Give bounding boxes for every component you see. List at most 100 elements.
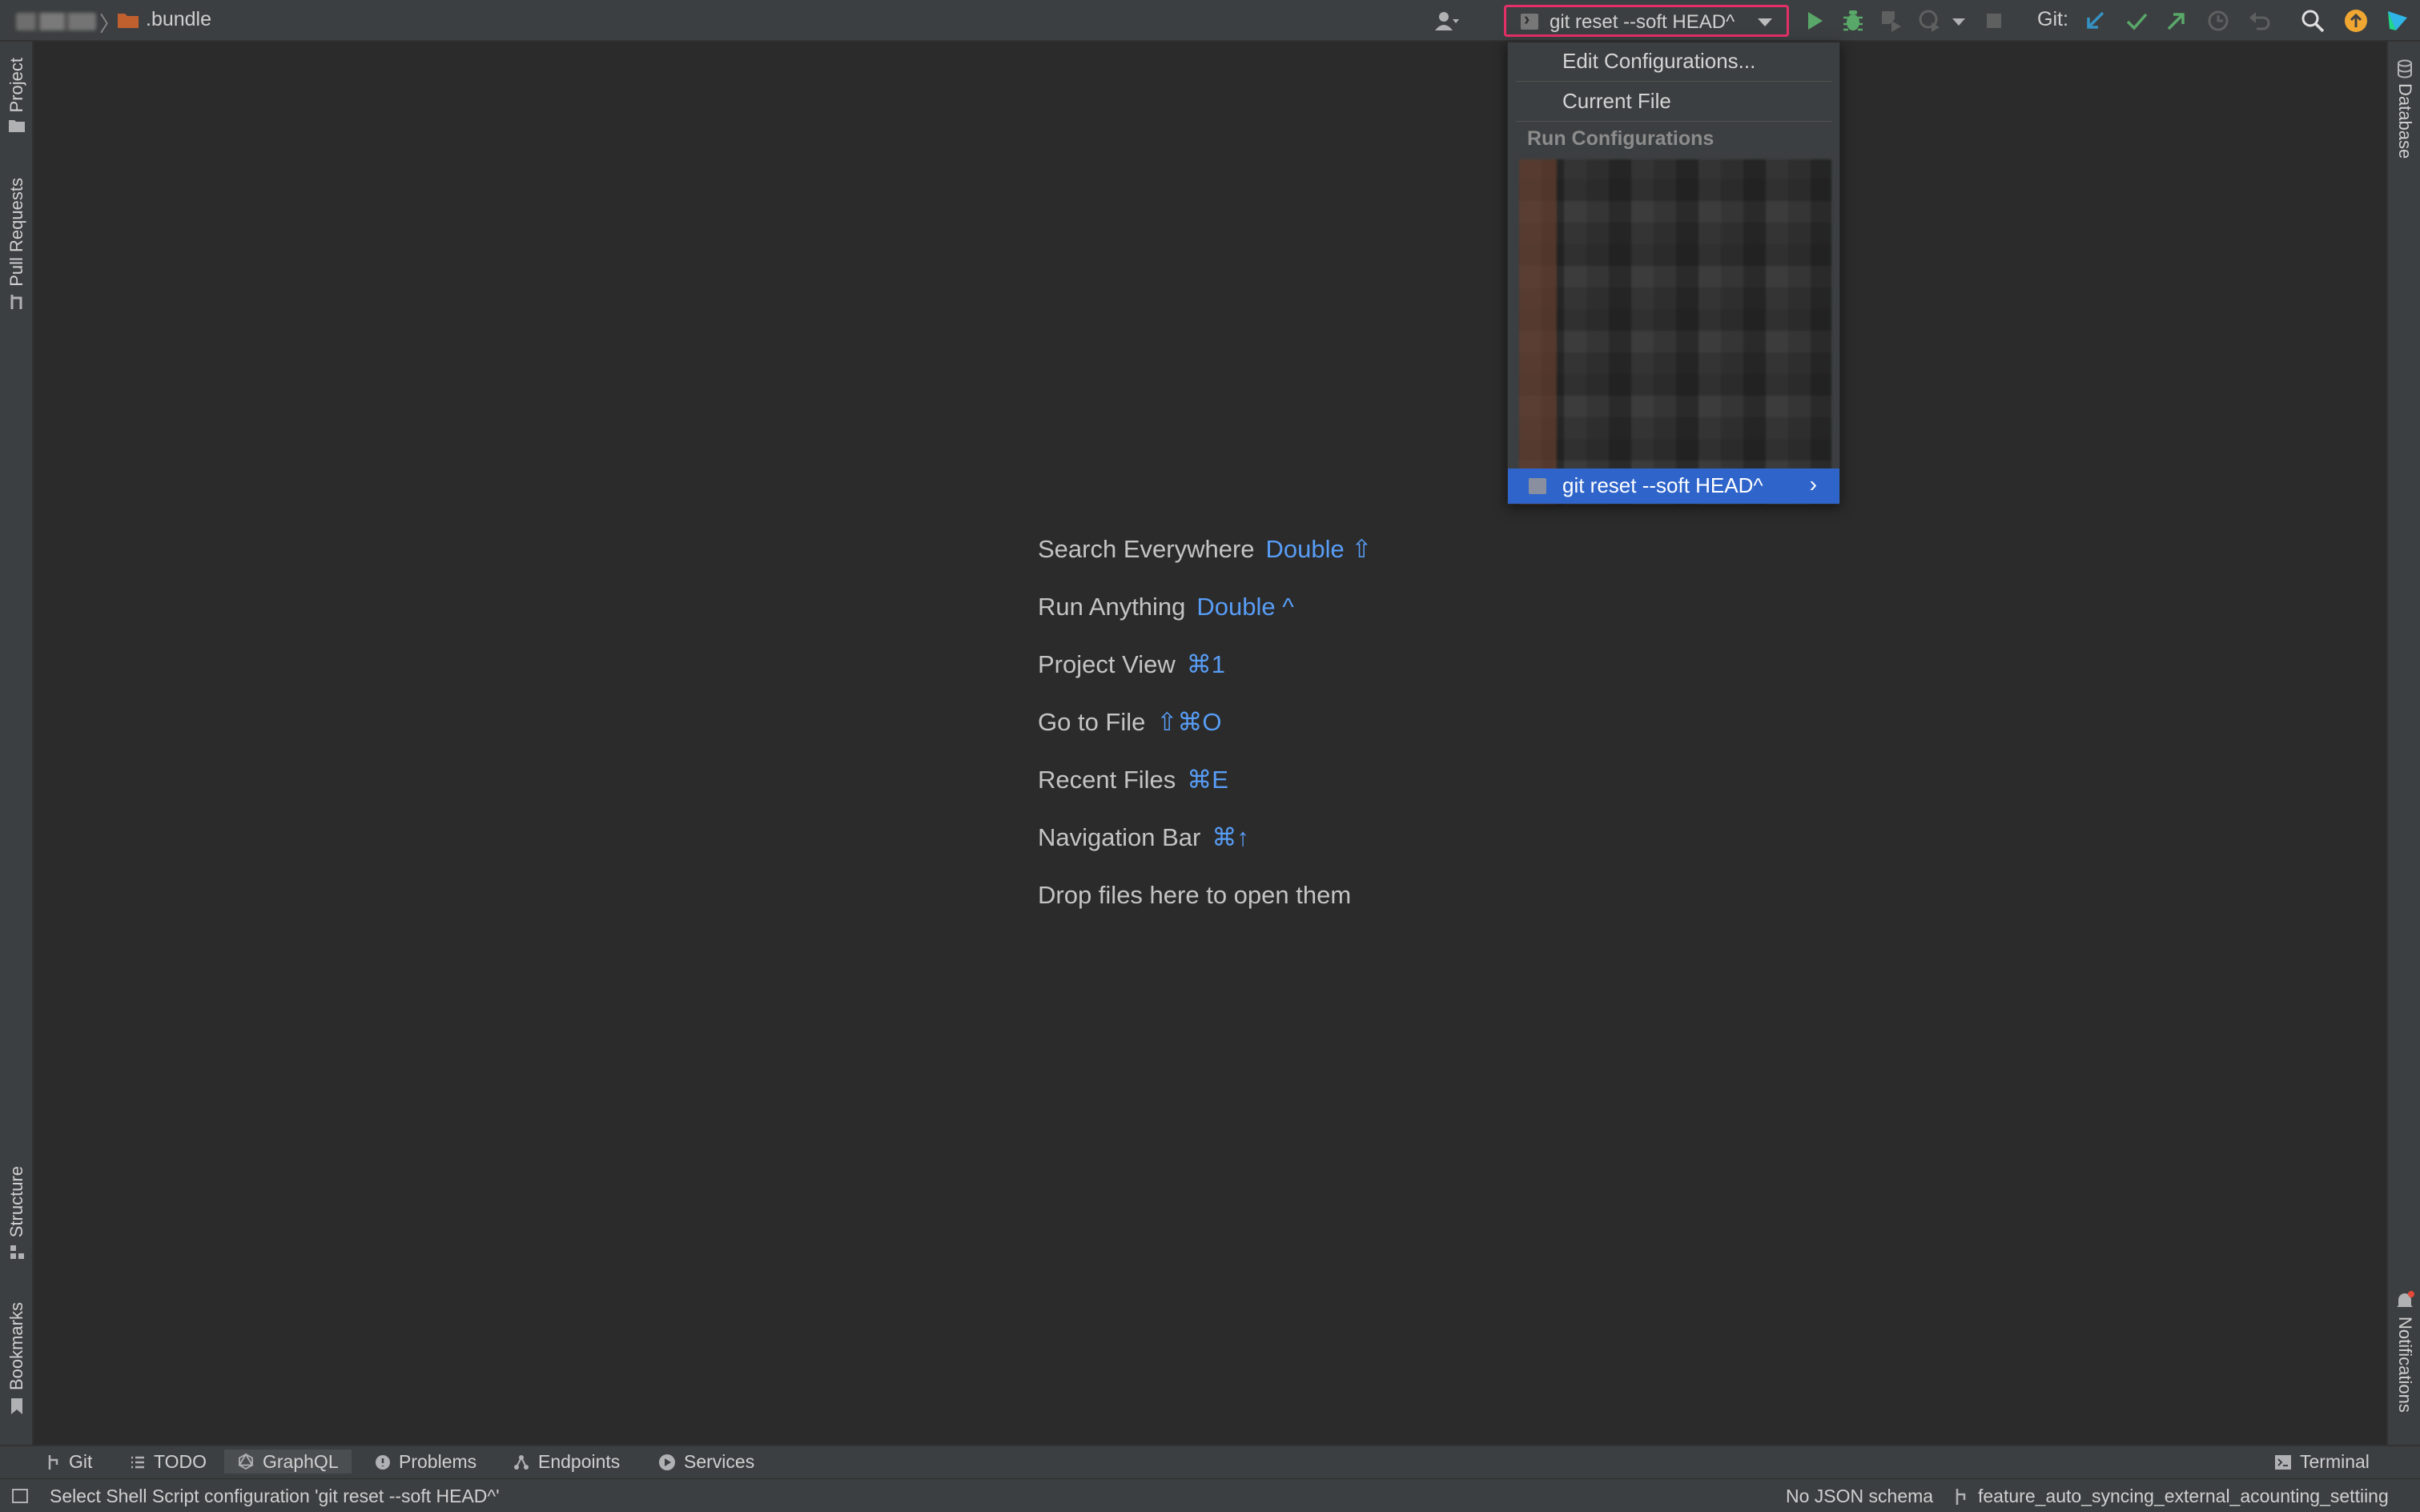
tool-tab-problems[interactable]: Problems	[375, 1451, 476, 1473]
history-clock-icon[interactable]	[2205, 8, 2231, 34]
tool-tab-git-label: Git	[69, 1451, 93, 1472]
debug-icon[interactable]	[1840, 8, 1866, 34]
status-bar: Select Shell Script configuration 'git r…	[0, 1478, 2420, 1512]
status-message: Select Shell Script configuration 'git r…	[50, 1486, 500, 1506]
tool-tab-database[interactable]: Database	[2388, 59, 2420, 159]
hint-shortcut: ⌘↑	[1212, 823, 1249, 851]
run-with-coverage-icon[interactable]	[1879, 8, 1904, 34]
hint-shortcut: ⌘E	[1187, 766, 1228, 794]
folder-icon	[9, 120, 25, 133]
git-commit-check-icon[interactable]	[2124, 8, 2149, 34]
hint-search-everywhere: Search Everywhere Double ⇧	[1038, 535, 1372, 593]
tool-tab-structure-label: Structure	[6, 1166, 26, 1238]
notification-bell-icon	[2397, 1291, 2414, 1307]
tool-tab-services-label: Services	[684, 1451, 755, 1472]
editor-empty-hints: Search Everywhere Double ⇧ Run Anything Do…	[1038, 535, 1372, 939]
hint-label: Search Everywhere	[1038, 535, 1255, 563]
tool-tab-todo[interactable]: TODO	[130, 1451, 207, 1473]
tool-tab-graphql[interactable]: GraphQL	[224, 1450, 352, 1474]
pull-request-icon	[10, 294, 22, 309]
menu-separator	[1516, 81, 1831, 82]
hint-label: Project View	[1038, 650, 1176, 678]
git-label: Git:	[2037, 8, 2068, 30]
project-name-redacted[interactable]	[16, 13, 96, 30]
structure-icon	[10, 1245, 24, 1260]
tool-tab-terminal-label: Terminal	[2300, 1451, 2370, 1472]
more-run-actions-icon[interactable]	[1951, 8, 1967, 34]
toggle-tool-windows-icon[interactable]	[11, 1488, 29, 1504]
main-toolbar: 〉 .bundle git reset --soft HEAD^	[0, 0, 2420, 42]
services-icon	[659, 1454, 675, 1470]
stop-icon[interactable]	[1981, 8, 2007, 34]
right-tool-stripe: Database Notifications	[2386, 42, 2420, 1445]
hint-label: Navigation Bar	[1038, 823, 1201, 851]
profile-icon[interactable]	[1917, 8, 1943, 34]
hint-shortcut: Double ⇧	[1265, 535, 1373, 563]
run-configuration-label: git reset --soft HEAD^	[1550, 11, 1735, 33]
graphql-icon	[238, 1453, 254, 1470]
tool-tab-bookmarks-label: Bookmarks	[6, 1302, 26, 1391]
tool-tab-database-label: Database	[2395, 83, 2415, 159]
user-menu-icon[interactable]	[1433, 8, 1459, 34]
git-branch-widget[interactable]: feature_auto_syncing_external_acounting_…	[1978, 1486, 2389, 1507]
hint-project-view: Project View ⌘1	[1038, 650, 1372, 708]
hint-navigation-bar: Navigation Bar ⌘↑	[1038, 823, 1372, 881]
tool-tab-problems-label: Problems	[399, 1451, 477, 1472]
tool-tab-notifications-label: Notifications	[2395, 1317, 2415, 1413]
tool-tab-endpoints[interactable]: Endpoints	[513, 1451, 620, 1473]
redacted-configuration-list[interactable]	[1519, 159, 1831, 504]
problems-info-icon	[376, 1454, 390, 1470]
tool-tab-structure[interactable]: Structure	[0, 1166, 34, 1260]
hint-label: Recent Files	[1038, 766, 1176, 794]
git-push-arrow-icon[interactable]	[2164, 8, 2189, 34]
hint-shortcut: ⇧⌘O	[1156, 708, 1222, 736]
tool-tab-bookmarks[interactable]: Bookmarks	[0, 1302, 34, 1416]
tool-tab-pull-requests[interactable]: Pull Requests	[0, 178, 34, 311]
hint-go-to-file: Go to File ⇧⌘O	[1038, 708, 1372, 766]
run-configuration-selector[interactable]: git reset --soft HEAD^	[1504, 5, 1789, 37]
list-icon	[131, 1456, 144, 1468]
hint-label: Go to File	[1038, 708, 1146, 736]
folder-icon	[118, 14, 139, 28]
chevron-right-icon: ›	[1809, 472, 1817, 497]
tool-tab-services[interactable]: Services	[658, 1451, 754, 1473]
tool-tab-graphql-label: GraphQL	[263, 1450, 339, 1472]
bookmark-icon	[11, 1398, 22, 1415]
tool-tab-project-label: Project	[6, 58, 26, 113]
shell-script-icon	[1529, 478, 1546, 494]
search-icon[interactable]	[2300, 8, 2326, 34]
json-schema-widget[interactable]: No JSON schema	[1786, 1486, 1933, 1507]
hint-drop-files: Drop files here to open them	[1038, 881, 1372, 939]
rollback-icon[interactable]	[2247, 8, 2273, 34]
menu-item-git-reset-selected[interactable]: git reset --soft HEAD^ ›	[1508, 468, 1839, 504]
tool-tab-notifications[interactable]: Notifications	[2388, 1291, 2420, 1413]
left-tool-stripe: Project Pull Requests Structure Bookmark…	[0, 42, 34, 1445]
git-branch-icon	[1956, 1489, 1966, 1505]
menu-item-label: git reset --soft HEAD^	[1562, 473, 1763, 497]
git-update-arrow-icon[interactable]	[2082, 8, 2108, 34]
tool-tab-terminal[interactable]: Terminal	[2274, 1451, 2370, 1473]
hint-label: Drop files here to open them	[1038, 881, 1352, 909]
run-icon[interactable]	[1802, 8, 1827, 34]
tool-tab-pull-requests-label: Pull Requests	[6, 178, 26, 287]
ide-update-icon[interactable]	[2343, 8, 2369, 34]
shell-script-icon	[1521, 9, 1538, 30]
hint-shortcut: ⌘1	[1186, 650, 1225, 678]
breadcrumb-project[interactable]: .bundle	[146, 8, 211, 31]
database-icon	[2398, 59, 2412, 78]
bottom-tool-window-bar: Git TODO GraphQL Problems Endpoints Serv…	[0, 1445, 2420, 1478]
tool-tab-git[interactable]: Git	[46, 1451, 92, 1473]
endpoints-icon	[514, 1454, 529, 1470]
hint-recent-files: Recent Files ⌘E	[1038, 766, 1372, 823]
menu-section-run-configurations: Run Configurations	[1527, 127, 1715, 150]
tool-tab-todo-label: TODO	[154, 1451, 207, 1472]
hint-shortcut: Double ^	[1196, 593, 1294, 621]
hint-run-anything: Run Anything Double ^	[1038, 593, 1372, 650]
menu-item-current-file[interactable]: Current File	[1562, 89, 1671, 114]
tool-tab-project[interactable]: Project	[0, 58, 34, 133]
menu-item-edit-configurations[interactable]: Edit Configurations...	[1562, 49, 1755, 74]
code-with-me-icon[interactable]	[2385, 8, 2410, 34]
hint-label: Run Anything	[1038, 593, 1186, 621]
terminal-icon	[2275, 1454, 2291, 1470]
menu-separator	[1516, 121, 1831, 122]
